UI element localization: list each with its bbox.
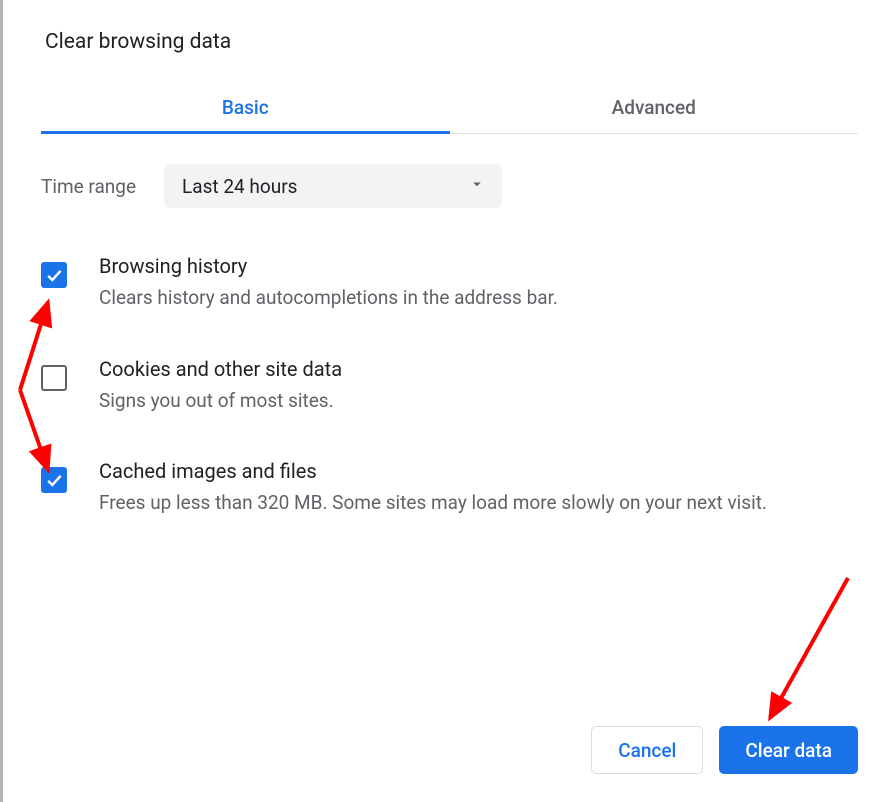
option-title: Browsing history bbox=[99, 254, 858, 278]
option-cache: Cached images and files Frees up less th… bbox=[41, 459, 858, 518]
clear-browsing-data-dialog: Clear browsing data Basic Advanced Time … bbox=[0, 0, 888, 802]
option-browsing-history: Browsing history Clears history and auto… bbox=[41, 254, 858, 313]
checkbox-cookies[interactable] bbox=[41, 365, 67, 391]
option-description: Signs you out of most sites. bbox=[99, 387, 858, 416]
option-text: Cached images and files Frees up less th… bbox=[99, 459, 858, 518]
dialog-title: Clear browsing data bbox=[41, 20, 858, 84]
option-text: Browsing history Clears history and auto… bbox=[99, 254, 858, 313]
option-description: Frees up less than 320 MB. Some sites ma… bbox=[99, 489, 858, 518]
option-text: Cookies and other site data Signs you ou… bbox=[99, 357, 858, 416]
time-range-value: Last 24 hours bbox=[182, 175, 297, 198]
time-range-row: Time range Last 24 hours bbox=[41, 164, 858, 208]
checkbox-cache[interactable] bbox=[41, 467, 67, 493]
dialog-buttons: Cancel Clear data bbox=[591, 726, 858, 774]
time-range-select[interactable]: Last 24 hours bbox=[164, 164, 502, 208]
checkbox-browsing-history[interactable] bbox=[41, 262, 67, 288]
tab-advanced[interactable]: Advanced bbox=[450, 84, 859, 133]
caret-down-icon bbox=[468, 175, 486, 197]
option-title: Cached images and files bbox=[99, 459, 858, 483]
dialog-content: Time range Last 24 hours Browsing histor… bbox=[41, 134, 858, 518]
option-description: Clears history and autocompletions in th… bbox=[99, 284, 858, 313]
cancel-button[interactable]: Cancel bbox=[591, 726, 703, 774]
option-title: Cookies and other site data bbox=[99, 357, 858, 381]
time-range-label: Time range bbox=[41, 175, 136, 198]
options-list: Browsing history Clears history and auto… bbox=[41, 254, 858, 518]
tab-basic[interactable]: Basic bbox=[41, 84, 450, 133]
clear-data-button[interactable]: Clear data bbox=[719, 726, 858, 774]
option-cookies: Cookies and other site data Signs you ou… bbox=[41, 357, 858, 416]
tabs: Basic Advanced bbox=[41, 84, 858, 134]
